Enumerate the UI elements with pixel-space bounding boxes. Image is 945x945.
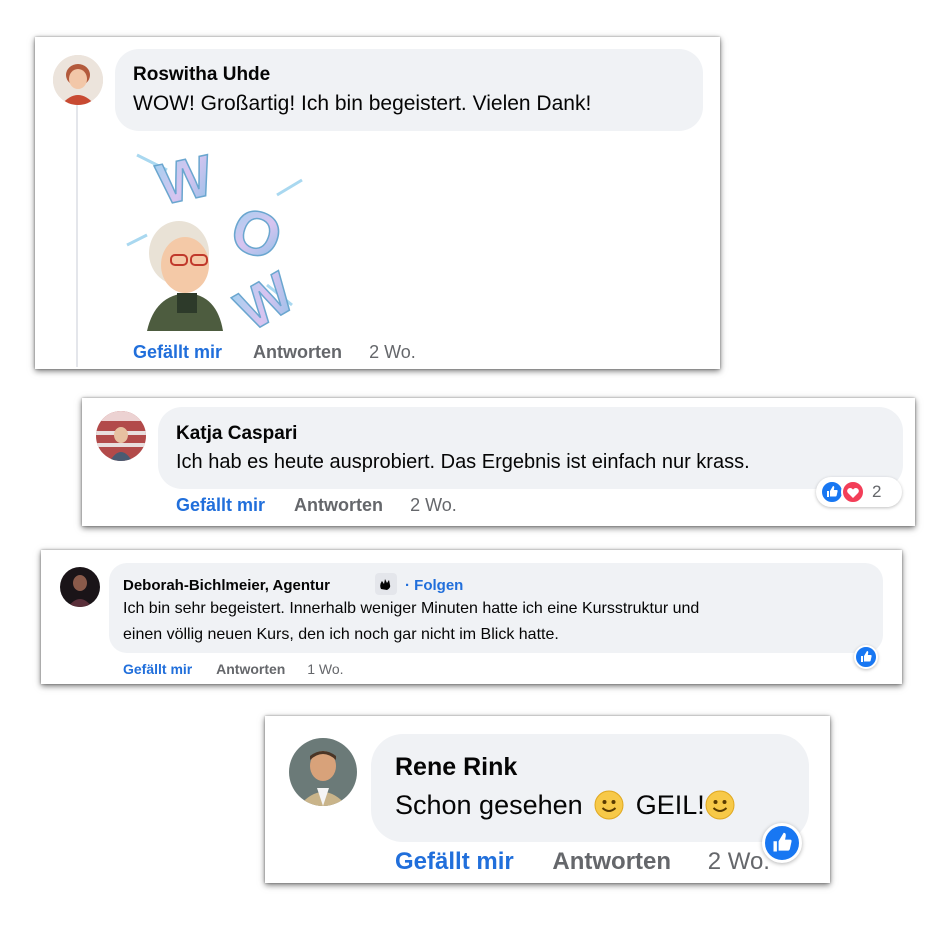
comment-actions: Gefällt mir Antworten 2 Wo. [133, 342, 416, 363]
avatar[interactable] [60, 567, 100, 607]
smiley-emoji-icon [594, 790, 624, 820]
comment-actions: Gefällt mir Antworten 2 Wo. [395, 848, 770, 876]
timestamp[interactable]: 2 Wo. [708, 848, 770, 875]
like-link[interactable]: Gefällt mir [395, 848, 514, 875]
like-link[interactable]: Gefällt mir [133, 342, 222, 362]
timestamp[interactable]: 2 Wo. [369, 342, 416, 362]
timestamp[interactable]: 1 Wo. [307, 661, 343, 677]
author-name[interactable]: Katja Caspari [176, 423, 297, 445]
reply-link[interactable]: Antworten [216, 661, 285, 677]
love-reaction-icon [841, 480, 865, 504]
author-name[interactable]: Roswitha Uhde [133, 64, 270, 86]
comment-text-line2: einen völlig neuen Kurs, den ich noch ga… [123, 626, 559, 643]
wow-sticker-icon: W O W [126, 142, 306, 344]
avatar[interactable] [289, 738, 357, 806]
timestamp[interactable]: 2 Wo. [410, 495, 457, 515]
comment-bubble [371, 734, 809, 842]
reply-link[interactable]: Antworten [294, 495, 383, 515]
smiley-emoji-icon [705, 790, 735, 820]
comment-card-roswitha: Roswitha Uhde WOW! Großartig! Ich bin be… [35, 37, 720, 369]
svg-text:O: O [222, 194, 291, 275]
badge-icon [375, 573, 397, 595]
reply-link[interactable]: Antworten [552, 848, 671, 875]
comment-text-part1: Schon gesehen [395, 790, 583, 820]
thread-line [76, 105, 78, 367]
avatar[interactable] [96, 411, 146, 461]
avatar[interactable] [53, 55, 103, 105]
comment-text: Ich hab es heute ausprobiert. Das Ergebn… [176, 451, 750, 473]
comment-card-rene: Rene Rink Schon gesehen GEIL! Gefällt mi… [265, 716, 830, 883]
reply-link[interactable]: Antworten [253, 342, 342, 362]
person-avatar-icon [53, 55, 103, 105]
person-avatar-icon [289, 738, 357, 806]
reaction-count: 2 [872, 482, 882, 501]
reaction-summary[interactable]: 2 [816, 477, 902, 507]
comment-text-line1: Ich bin sehr begeistert. Innerhalb wenig… [123, 600, 700, 617]
comment-actions: Gefällt mir Antworten 2 Wo. [176, 495, 457, 516]
comment-bubble [115, 49, 703, 131]
person-avatar-icon [60, 567, 100, 607]
svg-text:W: W [151, 143, 218, 218]
author-name[interactable]: Rene Rink [395, 753, 517, 782]
like-reaction-icon[interactable] [762, 823, 802, 863]
comment-text: Schon gesehen GEIL! [395, 790, 735, 821]
author-name[interactable]: Deborah-Bichlmeier, Agentur [123, 577, 330, 594]
like-link[interactable]: Gefällt mir [123, 661, 192, 677]
comment-text-part2: GEIL! [635, 790, 705, 820]
comment-text: WOW! Großartig! Ich bin begeistert. Viel… [133, 92, 592, 115]
like-reaction-icon[interactable] [854, 645, 878, 669]
wow-sticker: W O W [117, 135, 307, 344]
person-avatar-icon [96, 411, 146, 461]
comment-bubble [158, 407, 903, 489]
like-link[interactable]: Gefällt mir [176, 495, 265, 515]
comment-actions: Gefällt mir Antworten 1 Wo. [123, 661, 344, 677]
follow-link[interactable]: · Folgen [405, 577, 463, 594]
svg-text:W: W [225, 260, 305, 331]
comment-card-deborah: Deborah-Bichlmeier, Agentur · Folgen Ich… [41, 550, 902, 684]
comment-card-katja: Katja Caspari Ich hab es heute ausprobie… [82, 398, 915, 526]
